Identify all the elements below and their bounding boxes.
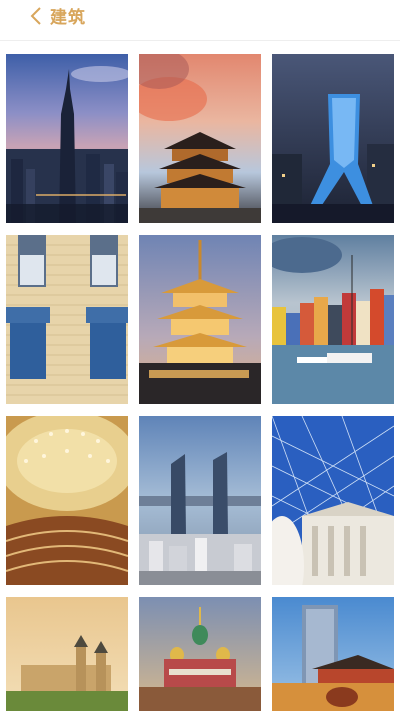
chevron-left-icon bbox=[30, 7, 41, 25]
photo-tile-cathedral[interactable] bbox=[139, 597, 261, 711]
back-button[interactable] bbox=[22, 2, 50, 30]
photo-tile-chinese-pavilion[interactable] bbox=[139, 54, 261, 223]
photo-tile-building-facade[interactable] bbox=[6, 235, 128, 404]
photo-tile-modern-tower[interactable] bbox=[272, 54, 394, 223]
top-bar: 建筑 bbox=[0, 0, 400, 41]
page-title: 建筑 bbox=[50, 8, 86, 27]
photo-grid bbox=[6, 54, 394, 711]
photo-tile-pagoda[interactable] bbox=[139, 235, 261, 404]
photo-tile-concert-hall[interactable] bbox=[6, 416, 128, 585]
photo-tile-glass-dome[interactable] bbox=[272, 416, 394, 585]
photo-tile-skyscraper-city[interactable] bbox=[6, 54, 128, 223]
photo-tile-harbor-houses[interactable] bbox=[272, 235, 394, 404]
photo-tile-tower-gate[interactable] bbox=[272, 597, 394, 711]
photo-tile-palace[interactable] bbox=[6, 597, 128, 711]
photo-tile-twin-towers[interactable] bbox=[139, 416, 261, 585]
